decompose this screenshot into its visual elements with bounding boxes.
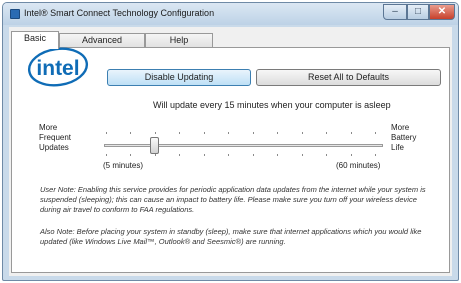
slider-tick (277, 154, 278, 156)
app-icon (10, 9, 20, 19)
slider-tick (326, 154, 327, 156)
update-interval-status: Will update every 15 minutes when your c… (153, 100, 391, 110)
intel-logo-text: intel (36, 57, 79, 80)
slider-max-label: (60 minutes) (336, 161, 381, 170)
close-button[interactable]: ✕ (429, 4, 455, 20)
slider-tick (351, 154, 352, 156)
slider-tick (155, 132, 156, 134)
disable-updating-button[interactable]: Disable Updating (107, 69, 251, 86)
slider-tick (326, 132, 327, 134)
tab-help[interactable]: Help (145, 33, 213, 48)
slider-tick (228, 132, 229, 134)
slider-tick (302, 154, 303, 156)
maximize-icon: □ (414, 6, 422, 17)
right-label-more: More (391, 123, 410, 132)
slider-tick (130, 154, 131, 156)
tab-basic[interactable]: Basic (11, 31, 59, 49)
slider-tick (375, 154, 376, 156)
slider-tick (179, 132, 180, 134)
slider-tick (253, 132, 254, 134)
slider-tick (253, 154, 254, 156)
intel-logo: intel (27, 47, 89, 87)
slider-thumb[interactable] (150, 137, 159, 154)
slider-tick (155, 154, 156, 156)
slider-min-label: (5 minutes) (103, 161, 144, 170)
reset-defaults-button[interactable]: Reset All to Defaults (256, 69, 441, 86)
right-label-battery: Battery (391, 133, 417, 142)
right-label-life: Life (391, 143, 404, 152)
slider-tick (204, 132, 205, 134)
slider-track[interactable] (104, 144, 383, 147)
left-label-updates: Updates (39, 143, 69, 152)
slider-tick (130, 132, 131, 134)
slider-tick (179, 154, 180, 156)
left-label-more: More (39, 123, 58, 132)
slider-tick (351, 132, 352, 134)
left-label-frequent: Frequent (39, 133, 72, 142)
minimize-icon: – (392, 6, 398, 17)
slider-tick (204, 154, 205, 156)
minimize-button[interactable]: – (383, 4, 407, 20)
slider-tick (228, 154, 229, 156)
maximize-button[interactable]: □ (407, 4, 429, 20)
slider-tick (375, 132, 376, 134)
slider-tick (106, 154, 107, 156)
user-note: User Note: Enabling this service provide… (40, 185, 426, 214)
title-bar[interactable]: Intel® Smart Connect Technology Configur… (3, 3, 458, 25)
app-window: Intel® Smart Connect Technology Configur… (2, 2, 459, 281)
close-icon: ✕ (437, 6, 447, 17)
window-title: Intel® Smart Connect Technology Configur… (24, 8, 215, 18)
slider-tick (106, 132, 107, 134)
slider-tick (302, 132, 303, 134)
also-note: Also Note: Before placing your system in… (40, 227, 422, 246)
slider-tick (277, 132, 278, 134)
